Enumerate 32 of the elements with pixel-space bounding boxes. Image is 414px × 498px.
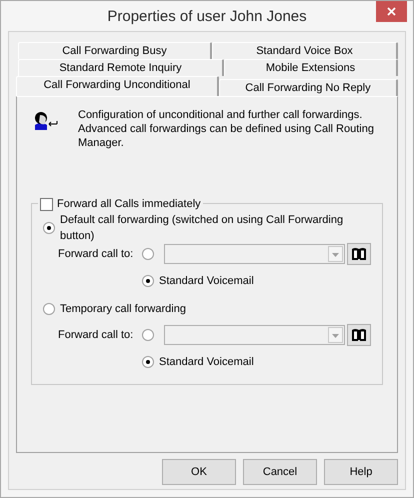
- radio-label: Default call forwarding (switched on using Call Forwarding button): [60, 212, 344, 244]
- tab[interactable]: Standard Voice Box: [212, 42, 398, 59]
- person-arrow-icon: [33, 110, 58, 131]
- dialog-button[interactable]: Help: [324, 459, 398, 485]
- radio-label: Temporary call forwarding: [60, 302, 186, 317]
- window-title: Properties of user John Jones: [107, 6, 307, 27]
- address-book-button[interactable]: [347, 324, 371, 346]
- field-label: Forward call to:: [58, 328, 134, 343]
- radio-button[interactable]: [142, 329, 154, 341]
- tab[interactable]: Standard Remote Inquiry: [18, 59, 224, 76]
- close-icon: [387, 7, 396, 16]
- book-icon: [351, 247, 367, 261]
- tab[interactable]: Call Forwarding No Reply: [218, 79, 398, 96]
- tab[interactable]: Call Forwarding Busy: [18, 42, 212, 59]
- field-label: Forward call to:: [58, 246, 134, 262]
- checkbox[interactable]: [40, 198, 53, 211]
- radio-button[interactable]: [142, 356, 154, 368]
- close-button[interactable]: [376, 1, 407, 22]
- dialog-button[interactable]: Cancel: [243, 459, 317, 485]
- radio-label: Standard Voicemail: [159, 274, 254, 289]
- radio-button[interactable]: [43, 222, 55, 234]
- tab[interactable]: Call Forwarding Unconditional: [16, 76, 219, 96]
- description-text: Configuration of unconditional and further call forwardings. Advanced call forwardings can be defined using Call Routing Manager.: [78, 108, 375, 150]
- radio-button[interactable]: [142, 275, 154, 287]
- radio-label: Standard Voicemail: [159, 354, 254, 370]
- tab[interactable]: Mobile Extensions: [224, 59, 398, 76]
- radio-button[interactable]: [43, 303, 55, 315]
- dialog-button[interactable]: OK: [162, 459, 236, 485]
- address-book-button[interactable]: [347, 243, 371, 265]
- checkbox-label: Forward all Calls immediately: [57, 197, 201, 212]
- radio-button[interactable]: [142, 248, 154, 260]
- book-icon: [351, 328, 367, 342]
